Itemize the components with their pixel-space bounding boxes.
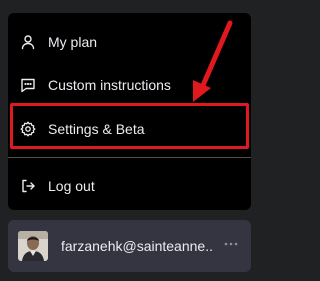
menu-item-label: Custom instructions <box>48 77 171 93</box>
menu-divider <box>8 157 251 158</box>
message-icon <box>20 77 36 93</box>
menu-item-settings-beta[interactable]: Settings & Beta <box>8 108 251 150</box>
more-horizontal-icon[interactable] <box>223 236 239 252</box>
gear-icon <box>20 121 36 137</box>
menu-item-label: My plan <box>48 34 98 50</box>
menu-item-label: Settings & Beta <box>48 121 145 137</box>
user-account-row[interactable]: farzanehk@sainteanne.... <box>8 220 251 272</box>
annotation-arrow-icon <box>193 20 233 102</box>
user-email: farzanehk@sainteanne.... <box>61 238 213 254</box>
user-icon <box>20 34 36 50</box>
menu-item-log-out[interactable]: Log out <box>8 165 251 207</box>
avatar <box>18 231 48 261</box>
menu-item-label: Log out <box>48 178 95 194</box>
logout-icon <box>20 178 36 194</box>
